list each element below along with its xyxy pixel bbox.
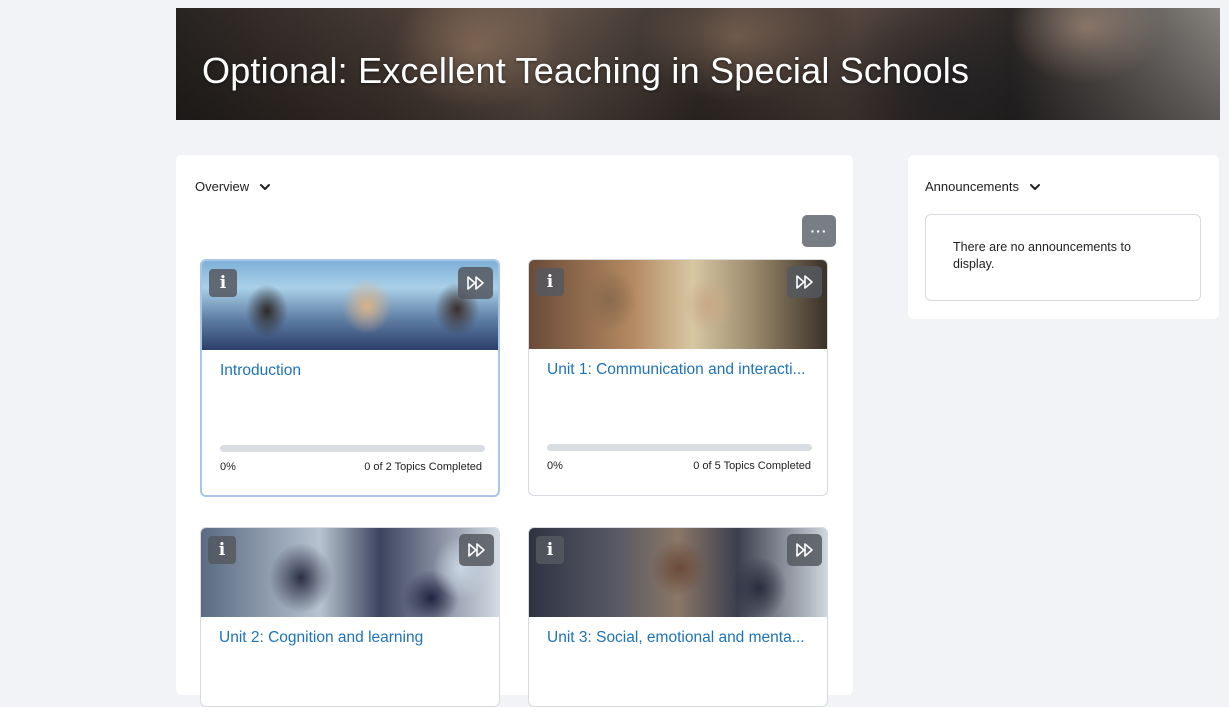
module-card-unit-3[interactable]: i Unit 3: Social, emotional and menta...	[528, 527, 828, 707]
chevron-down-icon[interactable]	[1029, 181, 1041, 193]
topics-completed: 0 of 2 Topics Completed	[364, 461, 482, 473]
announcements-header[interactable]: Announcements	[925, 179, 1041, 194]
fast-forward-icon	[795, 543, 813, 557]
topics-completed: 0 of 5 Topics Completed	[693, 460, 811, 472]
fast-forward-button[interactable]	[459, 534, 494, 566]
module-card-title[interactable]: Unit 3: Social, emotional and menta...	[547, 629, 807, 646]
progress-percent: 0%	[547, 460, 563, 472]
fast-forward-button[interactable]	[787, 266, 822, 298]
announcements-header-label: Announcements	[925, 179, 1019, 194]
module-card-title[interactable]: Unit 1: Communication and interacti...	[547, 361, 807, 378]
announcements-box: There are no announcements to display.	[925, 214, 1201, 301]
progress-bar	[220, 445, 485, 452]
no-announcements-text: There are no announcements to display.	[953, 240, 1131, 271]
module-card-unit-1[interactable]: i Unit 1: Communication and interacti...…	[528, 259, 828, 496]
overview-header[interactable]: Overview	[195, 179, 271, 194]
progress-bar	[547, 444, 812, 451]
announcements-panel: Announcements There are no announcements…	[908, 155, 1219, 319]
fast-forward-button[interactable]	[787, 534, 822, 566]
course-banner: Optional: Excellent Teaching in Special …	[176, 8, 1220, 120]
module-card-image: i	[202, 261, 498, 350]
info-icon[interactable]: i	[536, 268, 564, 296]
module-card-introduction[interactable]: i Introduction 0% 0 of 2 Topics Complete…	[200, 259, 500, 497]
fast-forward-icon	[795, 275, 813, 289]
more-options-icon: ···	[810, 223, 828, 239]
fast-forward-icon	[467, 543, 485, 557]
module-card-title[interactable]: Introduction	[220, 362, 480, 379]
module-card-image: i	[529, 260, 827, 349]
overview-panel: Overview ··· i Introduction 0% 0 of 2 To…	[176, 155, 853, 707]
info-icon[interactable]: i	[208, 536, 236, 564]
info-icon[interactable]: i	[536, 536, 564, 564]
module-card-title[interactable]: Unit 2: Cognition and learning	[219, 629, 479, 646]
more-options-button[interactable]: ···	[802, 215, 836, 247]
info-icon[interactable]: i	[209, 269, 237, 297]
overview-header-label: Overview	[195, 179, 250, 194]
fast-forward-button[interactable]	[458, 267, 493, 299]
chevron-down-icon[interactable]	[259, 181, 271, 193]
module-card-image: i	[529, 528, 827, 617]
module-card-unit-2[interactable]: i Unit 2: Cognition and learning	[200, 527, 500, 707]
fast-forward-icon	[466, 276, 484, 290]
progress-percent: 0%	[220, 461, 236, 473]
module-card-image: i	[201, 528, 499, 617]
course-title: Optional: Excellent Teaching in Special …	[202, 50, 970, 91]
